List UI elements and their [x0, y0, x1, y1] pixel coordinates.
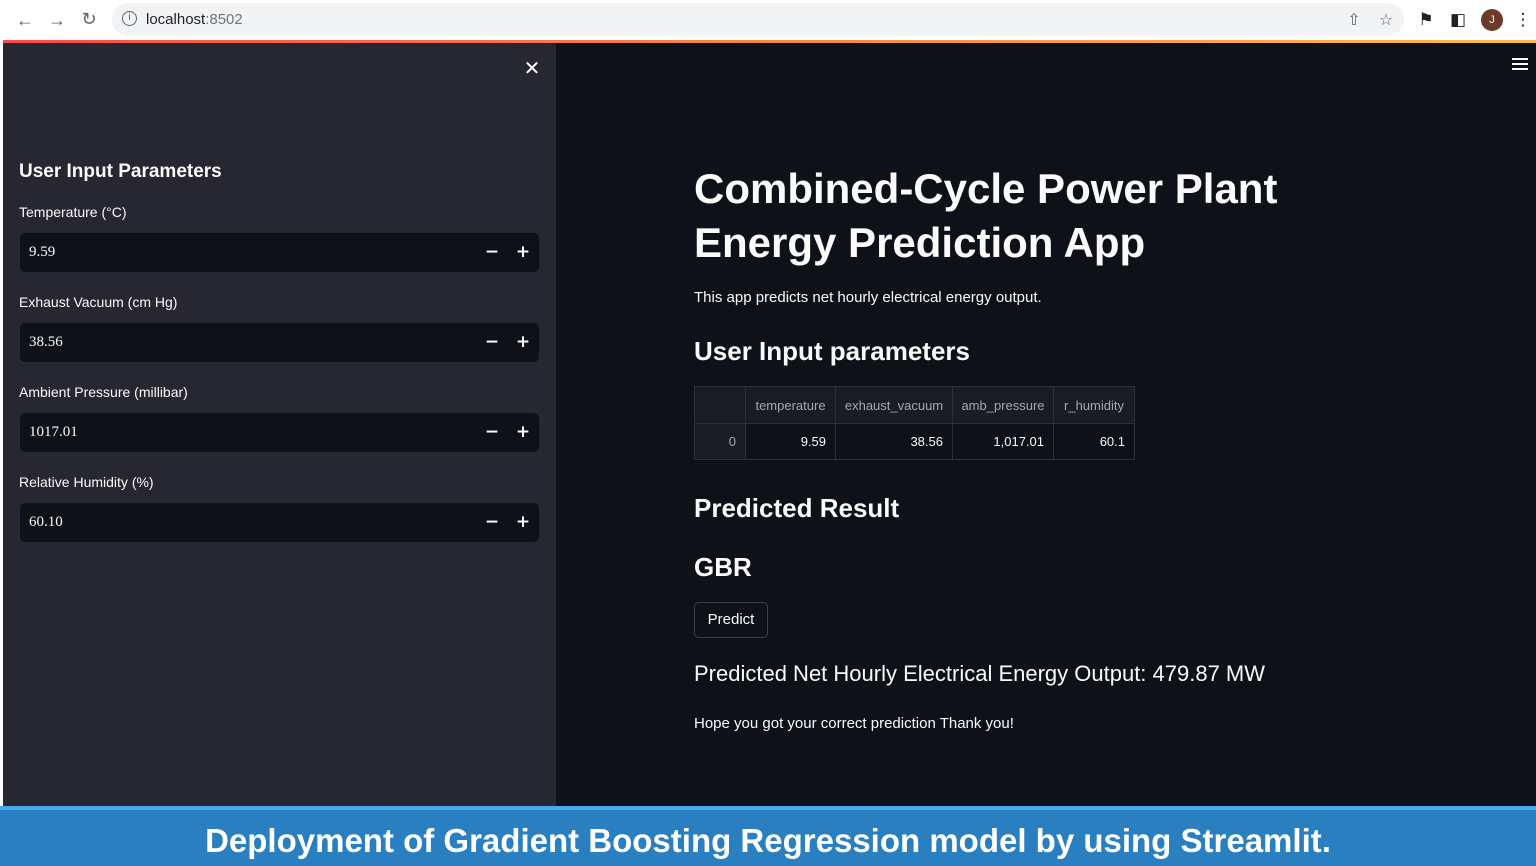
caption-text: Deployment of Gradient Boosting Regressi…: [205, 822, 1331, 859]
increment-button[interactable]: +: [509, 419, 537, 446]
table-header[interactable]: amb_pressure: [952, 386, 1054, 424]
table-row: 0 9.59 38.56 1,017.01 60.1: [694, 423, 1135, 460]
page-description: This app predicts net hourly electrical …: [694, 289, 1042, 306]
more-vert-icon[interactable]: ⋮: [1512, 9, 1534, 31]
sidebar-title: User Input Parameters: [19, 161, 222, 182]
ambient-pressure-value[interactable]: 1017.01: [29, 424, 78, 441]
reload-icon[interactable]: ↻: [77, 8, 101, 32]
temperature-label: Temperature (°C): [19, 204, 127, 220]
table-header: [694, 386, 746, 424]
increment-button[interactable]: +: [509, 329, 537, 356]
params-table[interactable]: temperature exhaust_vacuum amb_pressure …: [694, 386, 1135, 460]
star-icon[interactable]: ☆: [1376, 10, 1396, 30]
url-text[interactable]: localhost:8502: [146, 11, 243, 28]
table-cell[interactable]: 1,017.01: [952, 423, 1054, 460]
table-header[interactable]: exhaust_vacuum: [835, 386, 953, 424]
close-icon[interactable]: ✕: [521, 57, 543, 79]
table-header-row: temperature exhaust_vacuum amb_pressure …: [694, 386, 1135, 424]
share-icon[interactable]: ⇧: [1344, 10, 1364, 30]
table-cell[interactable]: 38.56: [835, 423, 953, 460]
table-cell[interactable]: 9.59: [745, 423, 836, 460]
side-panel-icon[interactable]: ◧: [1447, 9, 1469, 31]
result-heading: Predicted Result: [694, 493, 900, 523]
decrement-button[interactable]: −: [478, 509, 506, 536]
ambient-pressure-label: Ambient Pressure (millibar): [19, 384, 188, 400]
info-icon[interactable]: i: [122, 11, 137, 26]
relative-humidity-value[interactable]: 60.10: [29, 514, 63, 531]
table-cell[interactable]: 60.1: [1053, 423, 1135, 460]
ambient-pressure-input[interactable]: 1017.01 − +: [20, 413, 539, 452]
extensions-icon[interactable]: ⚑: [1415, 9, 1437, 31]
decrement-button[interactable]: −: [478, 239, 506, 266]
sidebar: ✕ User Input Parameters Temperature (°C)…: [3, 43, 556, 806]
hamburger-menu-icon[interactable]: [1512, 58, 1528, 72]
app-viewport: ✕ User Input Parameters Temperature (°C)…: [3, 40, 1536, 806]
decrement-button[interactable]: −: [478, 419, 506, 446]
relative-humidity-label: Relative Humidity (%): [19, 474, 154, 490]
table-header[interactable]: temperature: [745, 386, 836, 424]
browser-toolbar: ← → ↻ i localhost:8502 ⇧ ☆ ⚑ ◧ J ⋮: [0, 0, 1536, 40]
caption-banner: Deployment of Gradient Boosting Regressi…: [0, 806, 1536, 866]
temperature-value[interactable]: 9.59: [29, 244, 55, 261]
predict-button[interactable]: Predict: [694, 602, 768, 638]
address-bar[interactable]: i localhost:8502 ⇧ ☆: [112, 3, 1404, 36]
decrement-button[interactable]: −: [478, 329, 506, 356]
avatar[interactable]: J: [1481, 9, 1503, 31]
prediction-result: Predicted Net Hourly Electrical Energy O…: [694, 661, 1266, 686]
forward-arrow-icon[interactable]: →: [45, 8, 69, 32]
exhaust-vacuum-label: Exhaust Vacuum (cm Hg): [19, 294, 178, 310]
back-arrow-icon[interactable]: ←: [13, 8, 37, 32]
relative-humidity-input[interactable]: 60.10 − +: [20, 503, 539, 542]
page-title: Combined-Cycle Power Plant Energy Predic…: [694, 165, 1278, 266]
exhaust-vacuum-input[interactable]: 38.56 − +: [20, 323, 539, 362]
increment-button[interactable]: +: [509, 239, 537, 266]
table-index: 0: [694, 423, 746, 460]
increment-button[interactable]: +: [509, 509, 537, 536]
params-heading: User Input parameters: [694, 336, 970, 366]
table-header[interactable]: r_humidity: [1053, 386, 1135, 424]
exhaust-vacuum-value[interactable]: 38.56: [29, 334, 63, 351]
model-heading: GBR: [694, 552, 752, 582]
thanks-text: Hope you got your correct prediction Tha…: [694, 715, 1014, 732]
temperature-input[interactable]: 9.59 − +: [20, 233, 539, 272]
